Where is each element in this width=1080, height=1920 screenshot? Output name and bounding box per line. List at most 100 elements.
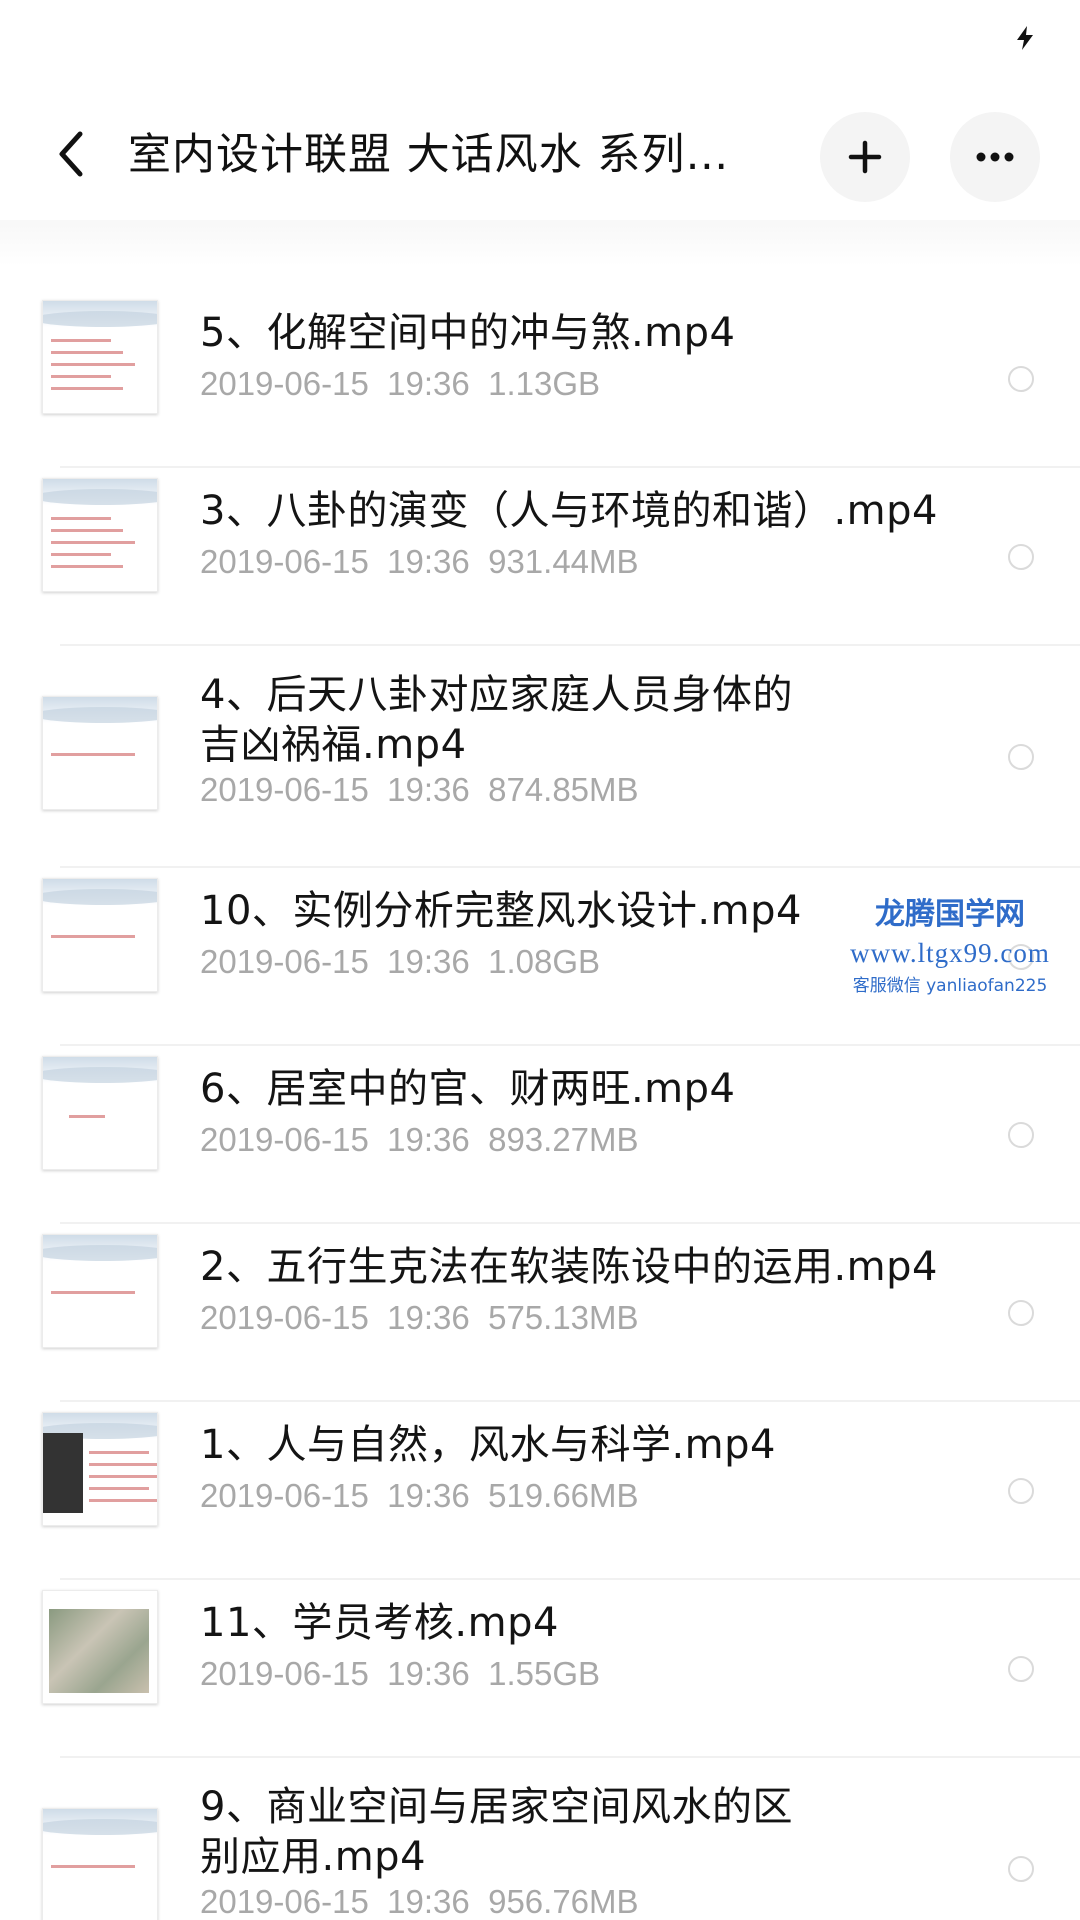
file-name: 9、商业空间与居家空间风水的区别应用.mp4 (200, 1784, 793, 1880)
file-date: 2019-06-15 (200, 543, 369, 580)
file-meta: 2019-06-15 19:36 519.66MB (200, 1476, 639, 1516)
video-thumbnail (42, 1412, 158, 1526)
select-checkbox[interactable] (1008, 1478, 1034, 1504)
file-size: 519.66MB (488, 1477, 639, 1514)
file-date: 2019-06-15 (200, 1477, 369, 1514)
file-size: 1.55GB (488, 1655, 601, 1692)
file-time: 19:36 (387, 365, 470, 402)
video-thumbnail (42, 1808, 158, 1920)
video-thumbnail (42, 1056, 158, 1170)
status-bar (0, 0, 1080, 80)
file-meta: 2019-06-15 19:36 956.76MB (200, 1882, 639, 1920)
file-time: 19:36 (387, 1477, 470, 1514)
video-thumbnail (42, 300, 158, 414)
video-thumbnail (42, 478, 158, 592)
page-title: 室内设计联盟 大话风水 系列… (128, 130, 730, 180)
top-navigation-bar: 室内设计联盟 大话风水 系列… (0, 90, 1080, 220)
plus-icon (848, 140, 882, 174)
watermark: 龙腾国学网 www.ltgx99.com 客服微信 yanliaofan225 (820, 895, 1080, 1001)
watermark-url: www.ltgx99.com (850, 938, 1050, 968)
file-row[interactable]: 5、化解空间中的冲与煞.mp4 2019-06-15 19:36 1.13GB (0, 290, 1080, 468)
meta-spacer (369, 543, 387, 580)
meta-spacer (470, 771, 488, 808)
file-row[interactable]: 9、商业空间与居家空间风水的区别应用.mp4 2019-06-15 19:36 9… (0, 1758, 1080, 1920)
file-name: 5、化解空间中的冲与煞.mp4 (200, 310, 736, 356)
meta-spacer (470, 1121, 488, 1158)
select-checkbox[interactable] (1008, 544, 1034, 570)
file-date: 2019-06-15 (200, 771, 369, 808)
select-checkbox[interactable] (1008, 1300, 1034, 1326)
file-size: 1.13GB (488, 365, 601, 402)
file-row[interactable]: 3、八卦的演变（人与环境的和谐）.mp4 2019-06-15 19:36 931… (0, 468, 1080, 646)
meta-spacer (470, 1883, 488, 1920)
file-meta: 2019-06-15 19:36 874.85MB (200, 770, 639, 810)
select-checkbox[interactable] (1008, 744, 1034, 770)
meta-spacer (369, 943, 387, 980)
file-size: 874.85MB (488, 771, 639, 808)
file-meta: 2019-06-15 19:36 893.27MB (200, 1120, 639, 1160)
file-date: 2019-06-15 (200, 1299, 369, 1336)
video-thumbnail (42, 878, 158, 992)
file-size: 893.27MB (488, 1121, 639, 1158)
file-time: 19:36 (387, 1299, 470, 1336)
select-checkbox[interactable] (1008, 1122, 1034, 1148)
meta-spacer (470, 1655, 488, 1692)
meta-spacer (369, 1883, 387, 1920)
file-size: 956.76MB (488, 1883, 639, 1920)
file-date: 2019-06-15 (200, 1655, 369, 1692)
more-options-button[interactable] (950, 112, 1040, 202)
meta-spacer (369, 1655, 387, 1692)
header-shadow (0, 218, 1080, 266)
file-row[interactable]: 2、五行生克法在软装陈设中的运用.mp4 2019-06-15 19:36 575… (0, 1224, 1080, 1402)
file-name: 6、居室中的官、财两旺.mp4 (200, 1066, 736, 1112)
watermark-title: 龙腾国学网 (875, 897, 1025, 932)
file-list: 5、化解空间中的冲与煞.mp4 2019-06-15 19:36 1.13GB 3、… (0, 290, 1080, 1920)
file-name: 3、八卦的演变（人与环境的和谐）.mp4 (200, 488, 938, 534)
file-date: 2019-06-15 (200, 943, 369, 980)
file-size: 1.08GB (488, 943, 601, 980)
meta-spacer (470, 543, 488, 580)
more-dots-icon (976, 152, 1014, 162)
file-date: 2019-06-15 (200, 365, 369, 402)
video-thumbnail (42, 1590, 158, 1704)
file-size: 575.13MB (488, 1299, 639, 1336)
file-meta: 2019-06-15 19:36 1.13GB (200, 364, 600, 404)
select-checkbox[interactable] (1008, 366, 1034, 392)
file-name: 1、人与自然，风水与科学.mp4 (200, 1422, 776, 1468)
file-date: 2019-06-15 (200, 1121, 369, 1158)
file-name: 4、后天八卦对应家庭人员身体的吉凶祸福.mp4 (200, 672, 793, 768)
file-row[interactable]: 4、后天八卦对应家庭人员身体的吉凶祸福.mp4 2019-06-15 19:36 … (0, 646, 1080, 868)
file-size: 931.44MB (488, 543, 639, 580)
file-time: 19:36 (387, 943, 470, 980)
file-meta: 2019-06-15 19:36 1.08GB (200, 942, 600, 982)
file-meta: 2019-06-15 19:36 1.55GB (200, 1654, 600, 1694)
file-date: 2019-06-15 (200, 1883, 369, 1920)
file-name: 2、五行生克法在软装陈设中的运用.mp4 (200, 1244, 938, 1290)
meta-spacer (369, 1121, 387, 1158)
chevron-left-icon[interactable] (52, 128, 92, 180)
meta-spacer (369, 771, 387, 808)
file-row[interactable]: 1、人与自然，风水与科学.mp4 2019-06-15 19:36 519.66M… (0, 1402, 1080, 1580)
meta-spacer (470, 943, 488, 980)
meta-spacer (470, 1477, 488, 1514)
select-checkbox[interactable] (1008, 1856, 1034, 1882)
add-button[interactable] (820, 112, 910, 202)
file-time: 19:36 (387, 1883, 470, 1920)
meta-spacer (470, 1299, 488, 1336)
select-checkbox[interactable] (1008, 1656, 1034, 1682)
file-list-screen: 室内设计联盟 大话风水 系列… 5、化解空间中的冲与煞.mp4 2019-06-1… (0, 0, 1080, 1920)
lightning-bolt-icon (1017, 26, 1033, 50)
meta-spacer (369, 365, 387, 402)
file-time: 19:36 (387, 543, 470, 580)
meta-spacer (369, 1299, 387, 1336)
video-thumbnail (42, 1234, 158, 1348)
file-time: 19:36 (387, 1655, 470, 1692)
meta-spacer (470, 365, 488, 402)
file-time: 19:36 (387, 1121, 470, 1158)
file-row[interactable]: 6、居室中的官、财两旺.mp4 2019-06-15 19:36 893.27MB (0, 1046, 1080, 1224)
video-thumbnail (42, 696, 158, 810)
file-row[interactable]: 11、学员考核.mp4 2019-06-15 19:36 1.55GB (0, 1580, 1080, 1758)
file-meta: 2019-06-15 19:36 575.13MB (200, 1298, 639, 1338)
watermark-contact: 客服微信 yanliaofan225 (852, 976, 1048, 996)
file-name: 11、学员考核.mp4 (200, 1600, 559, 1646)
